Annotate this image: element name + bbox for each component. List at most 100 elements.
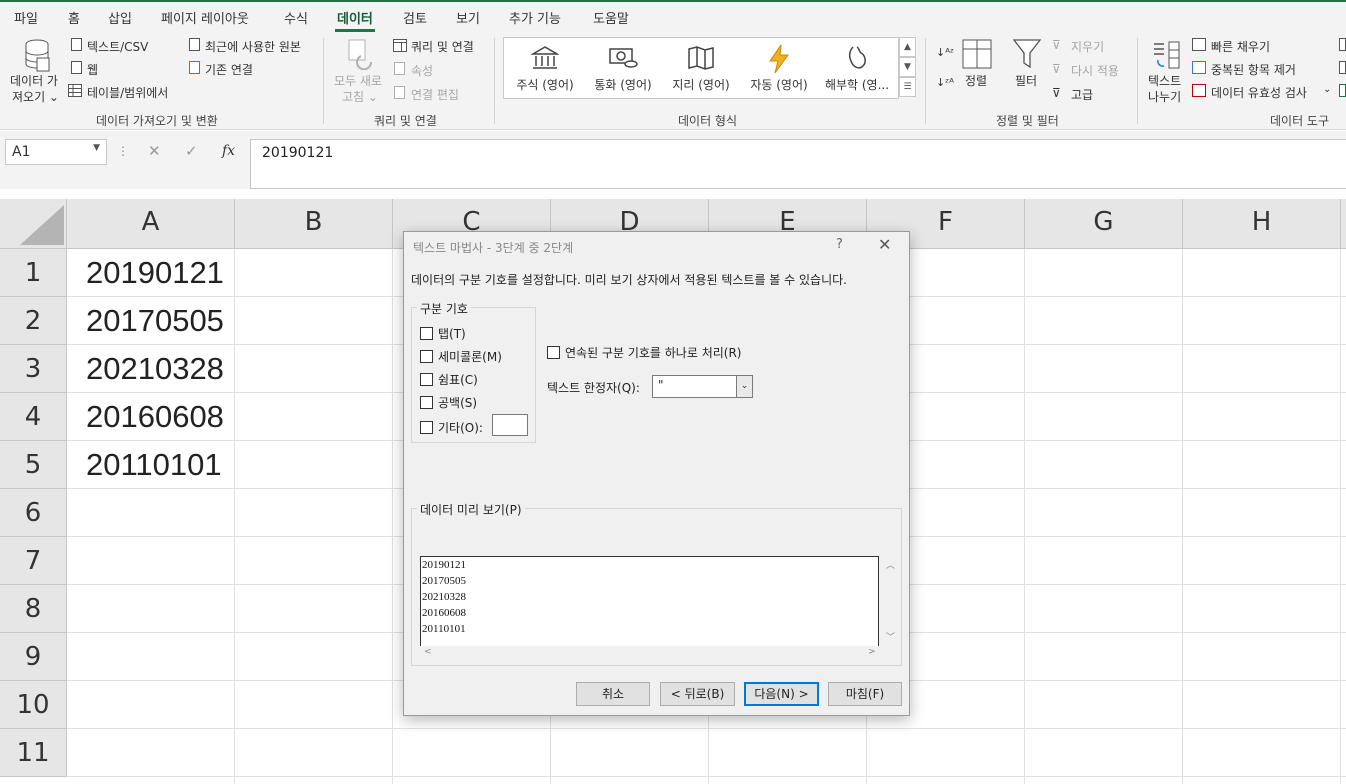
back-button[interactable]: < 뒤로(B) xyxy=(660,682,735,706)
space-checkbox[interactable]: 공백(S) xyxy=(420,394,477,411)
comma-checkbox[interactable]: 쉼표(C) xyxy=(420,371,478,388)
tab-checkbox[interactable]: 탭(T) xyxy=(420,325,466,342)
confirm-entry-icon[interactable]: ✓ xyxy=(185,142,198,160)
ribbon: 데이터 가 져오기 ⌄ 텍스트/CSV 웹 테이블/범위에서 최근에 사용한 원… xyxy=(0,32,1346,130)
tab-formulas[interactable]: 수식 xyxy=(284,8,308,27)
tab-page-layout[interactable]: 페이지 레이아웃 xyxy=(161,8,249,27)
row-header-11[interactable]: 11 xyxy=(0,729,67,777)
cell-a5[interactable]: 20110101 xyxy=(68,441,234,488)
data-type-automatic[interactable]: 자동 (영어) xyxy=(740,42,818,96)
gallery-scroll-up[interactable]: ▲ xyxy=(899,37,916,57)
preview-row: 20210328 xyxy=(422,591,466,603)
tab-view[interactable]: 보기 xyxy=(456,8,480,27)
recent-sources-label: 최근에 사용한 원본 xyxy=(205,40,301,54)
cell-a4[interactable]: 20160608 xyxy=(68,393,234,440)
preview-row: 20190121 xyxy=(422,559,466,571)
column-header-g[interactable]: G xyxy=(1025,199,1183,249)
select-all-button[interactable] xyxy=(0,199,67,249)
formula-input[interactable]: 20190121 xyxy=(250,139,1346,189)
group-label-queries: 쿼리 및 연결 xyxy=(374,114,437,128)
tab-review[interactable]: 검토 xyxy=(403,8,427,27)
lightning-icon xyxy=(769,44,789,74)
other-delimiter-input[interactable] xyxy=(492,414,528,436)
flash-fill-icon xyxy=(1192,38,1206,51)
data-type-geography[interactable]: 지리 (영어) xyxy=(662,42,740,96)
data-type-anatomy[interactable]: 해부학 (영... xyxy=(818,42,896,96)
row-header-7[interactable]: 7 xyxy=(0,537,67,585)
tab-file[interactable]: 파일 xyxy=(14,8,38,27)
text-to-columns-icon xyxy=(1154,41,1180,69)
consecutive-delimiters-checkbox[interactable]: 연속된 구분 기호를 하나로 처리(R) xyxy=(547,344,741,361)
cell-a1[interactable]: 20190121 xyxy=(68,249,234,296)
formula-bar-grip-icon[interactable]: ⋮ xyxy=(117,144,129,158)
row-gridline xyxy=(67,728,1346,729)
row-header-10[interactable]: 10 xyxy=(0,681,67,729)
preview-vertical-scrollbar[interactable]: ︿ ﹀ xyxy=(882,556,899,646)
scroll-left-icon[interactable]: < xyxy=(424,647,432,657)
text-to-columns-label-2: 나누기 xyxy=(1148,90,1182,104)
tab-home[interactable]: 홈 xyxy=(68,8,80,27)
name-box[interactable]: A1 ▼ xyxy=(5,139,107,165)
column-gridline xyxy=(392,249,393,784)
column-header-a[interactable]: A xyxy=(67,199,235,249)
advanced-filter-icon: ⊽ xyxy=(1052,86,1061,100)
consolidate-icon[interactable] xyxy=(1339,38,1346,51)
dialog-description: 데이터의 구분 기호를 설정합니다. 미리 보기 상자에서 적용된 텍스트를 볼… xyxy=(411,273,847,287)
checkbox-label: 공백(S) xyxy=(438,396,478,410)
row-header-4[interactable]: 4 xyxy=(0,393,67,441)
column-header-h[interactable]: H xyxy=(1183,199,1341,249)
cell-a3[interactable]: 20210328 xyxy=(68,345,234,392)
row-header-8[interactable]: 8 xyxy=(0,585,67,633)
manage-data-model-icon[interactable] xyxy=(1339,84,1346,97)
group-label-data-tools: 데이터 도구 xyxy=(1270,114,1330,128)
recent-sources-icon xyxy=(189,38,200,51)
scroll-right-icon[interactable]: > xyxy=(868,647,876,657)
checkbox-box xyxy=(420,373,433,386)
row-header-3[interactable]: 3 xyxy=(0,345,67,393)
text-qualifier-select[interactable]: " ⌄ xyxy=(652,375,753,398)
data-type-label: 자동 (영어) xyxy=(750,78,808,92)
scroll-down-icon[interactable]: ﹀ xyxy=(886,630,895,643)
edit-links-label: 연결 편집 xyxy=(411,88,459,102)
data-type-stocks[interactable]: 주식 (영어) xyxy=(506,42,584,96)
gallery-scroll-down[interactable]: ▼ xyxy=(899,57,916,77)
row-header-2[interactable]: 2 xyxy=(0,297,67,345)
next-button[interactable]: 다음(N) > xyxy=(744,682,819,706)
data-preview-label: 데이터 미리 보기(P) xyxy=(417,501,525,518)
column-header-i[interactable] xyxy=(1341,199,1346,249)
other-checkbox[interactable]: 기타(O): xyxy=(420,419,483,436)
insert-function-icon[interactable]: fx xyxy=(222,143,235,159)
column-header-b[interactable]: B xyxy=(235,199,393,249)
gallery-more[interactable]: ☰ xyxy=(899,77,916,97)
scroll-up-icon[interactable]: ︿ xyxy=(886,558,895,571)
tab-help[interactable]: 도움말 xyxy=(593,8,629,27)
tab-data[interactable]: 데이터 xyxy=(335,8,375,32)
finish-button[interactable]: 마침(F) xyxy=(828,682,902,706)
checkbox-box xyxy=(420,396,433,409)
relationships-icon[interactable] xyxy=(1339,61,1346,74)
close-icon[interactable]: ✕ xyxy=(878,235,891,254)
get-data-label-2: 져오기 ⌄ xyxy=(12,90,59,104)
preview-horizontal-scrollbar[interactable]: < > xyxy=(420,646,879,662)
cancel-entry-icon[interactable]: ✕ xyxy=(148,142,161,160)
group-divider xyxy=(1137,38,1138,124)
row-header-5[interactable]: 5 xyxy=(0,441,67,489)
checkbox-box xyxy=(420,327,433,340)
table-icon xyxy=(68,84,82,97)
row-header-6[interactable]: 6 xyxy=(0,489,67,537)
data-preview-pane[interactable]: 20190121 20170505 20210328 20160608 2011… xyxy=(420,556,879,646)
help-icon[interactable]: ? xyxy=(836,237,843,252)
data-types-gallery: 주식 (영어) 통화 (영어) 지리 (영어) 자동 (영어) 해부학 (영..… xyxy=(503,37,899,99)
chevron-down-icon: ⌄ xyxy=(1323,84,1332,95)
row-header-9[interactable]: 9 xyxy=(0,633,67,681)
cancel-button[interactable]: 취소 xyxy=(576,682,650,706)
semicolon-checkbox[interactable]: 세미콜론(M) xyxy=(420,348,502,365)
edit-links-icon xyxy=(394,86,405,99)
text-wizard-dialog: 텍스트 마법사 - 3단계 중 2단계 ? ✕ 데이터의 구분 기호를 설정합니… xyxy=(403,231,910,716)
tab-insert[interactable]: 삽입 xyxy=(108,8,132,27)
tab-addins[interactable]: 추가 기능 xyxy=(509,8,561,27)
cell-a2[interactable]: 20170505 xyxy=(68,297,234,344)
row-header-1[interactable]: 1 xyxy=(0,249,67,297)
database-icon xyxy=(25,39,50,72)
data-type-currencies[interactable]: 통화 (영어) xyxy=(584,42,662,96)
